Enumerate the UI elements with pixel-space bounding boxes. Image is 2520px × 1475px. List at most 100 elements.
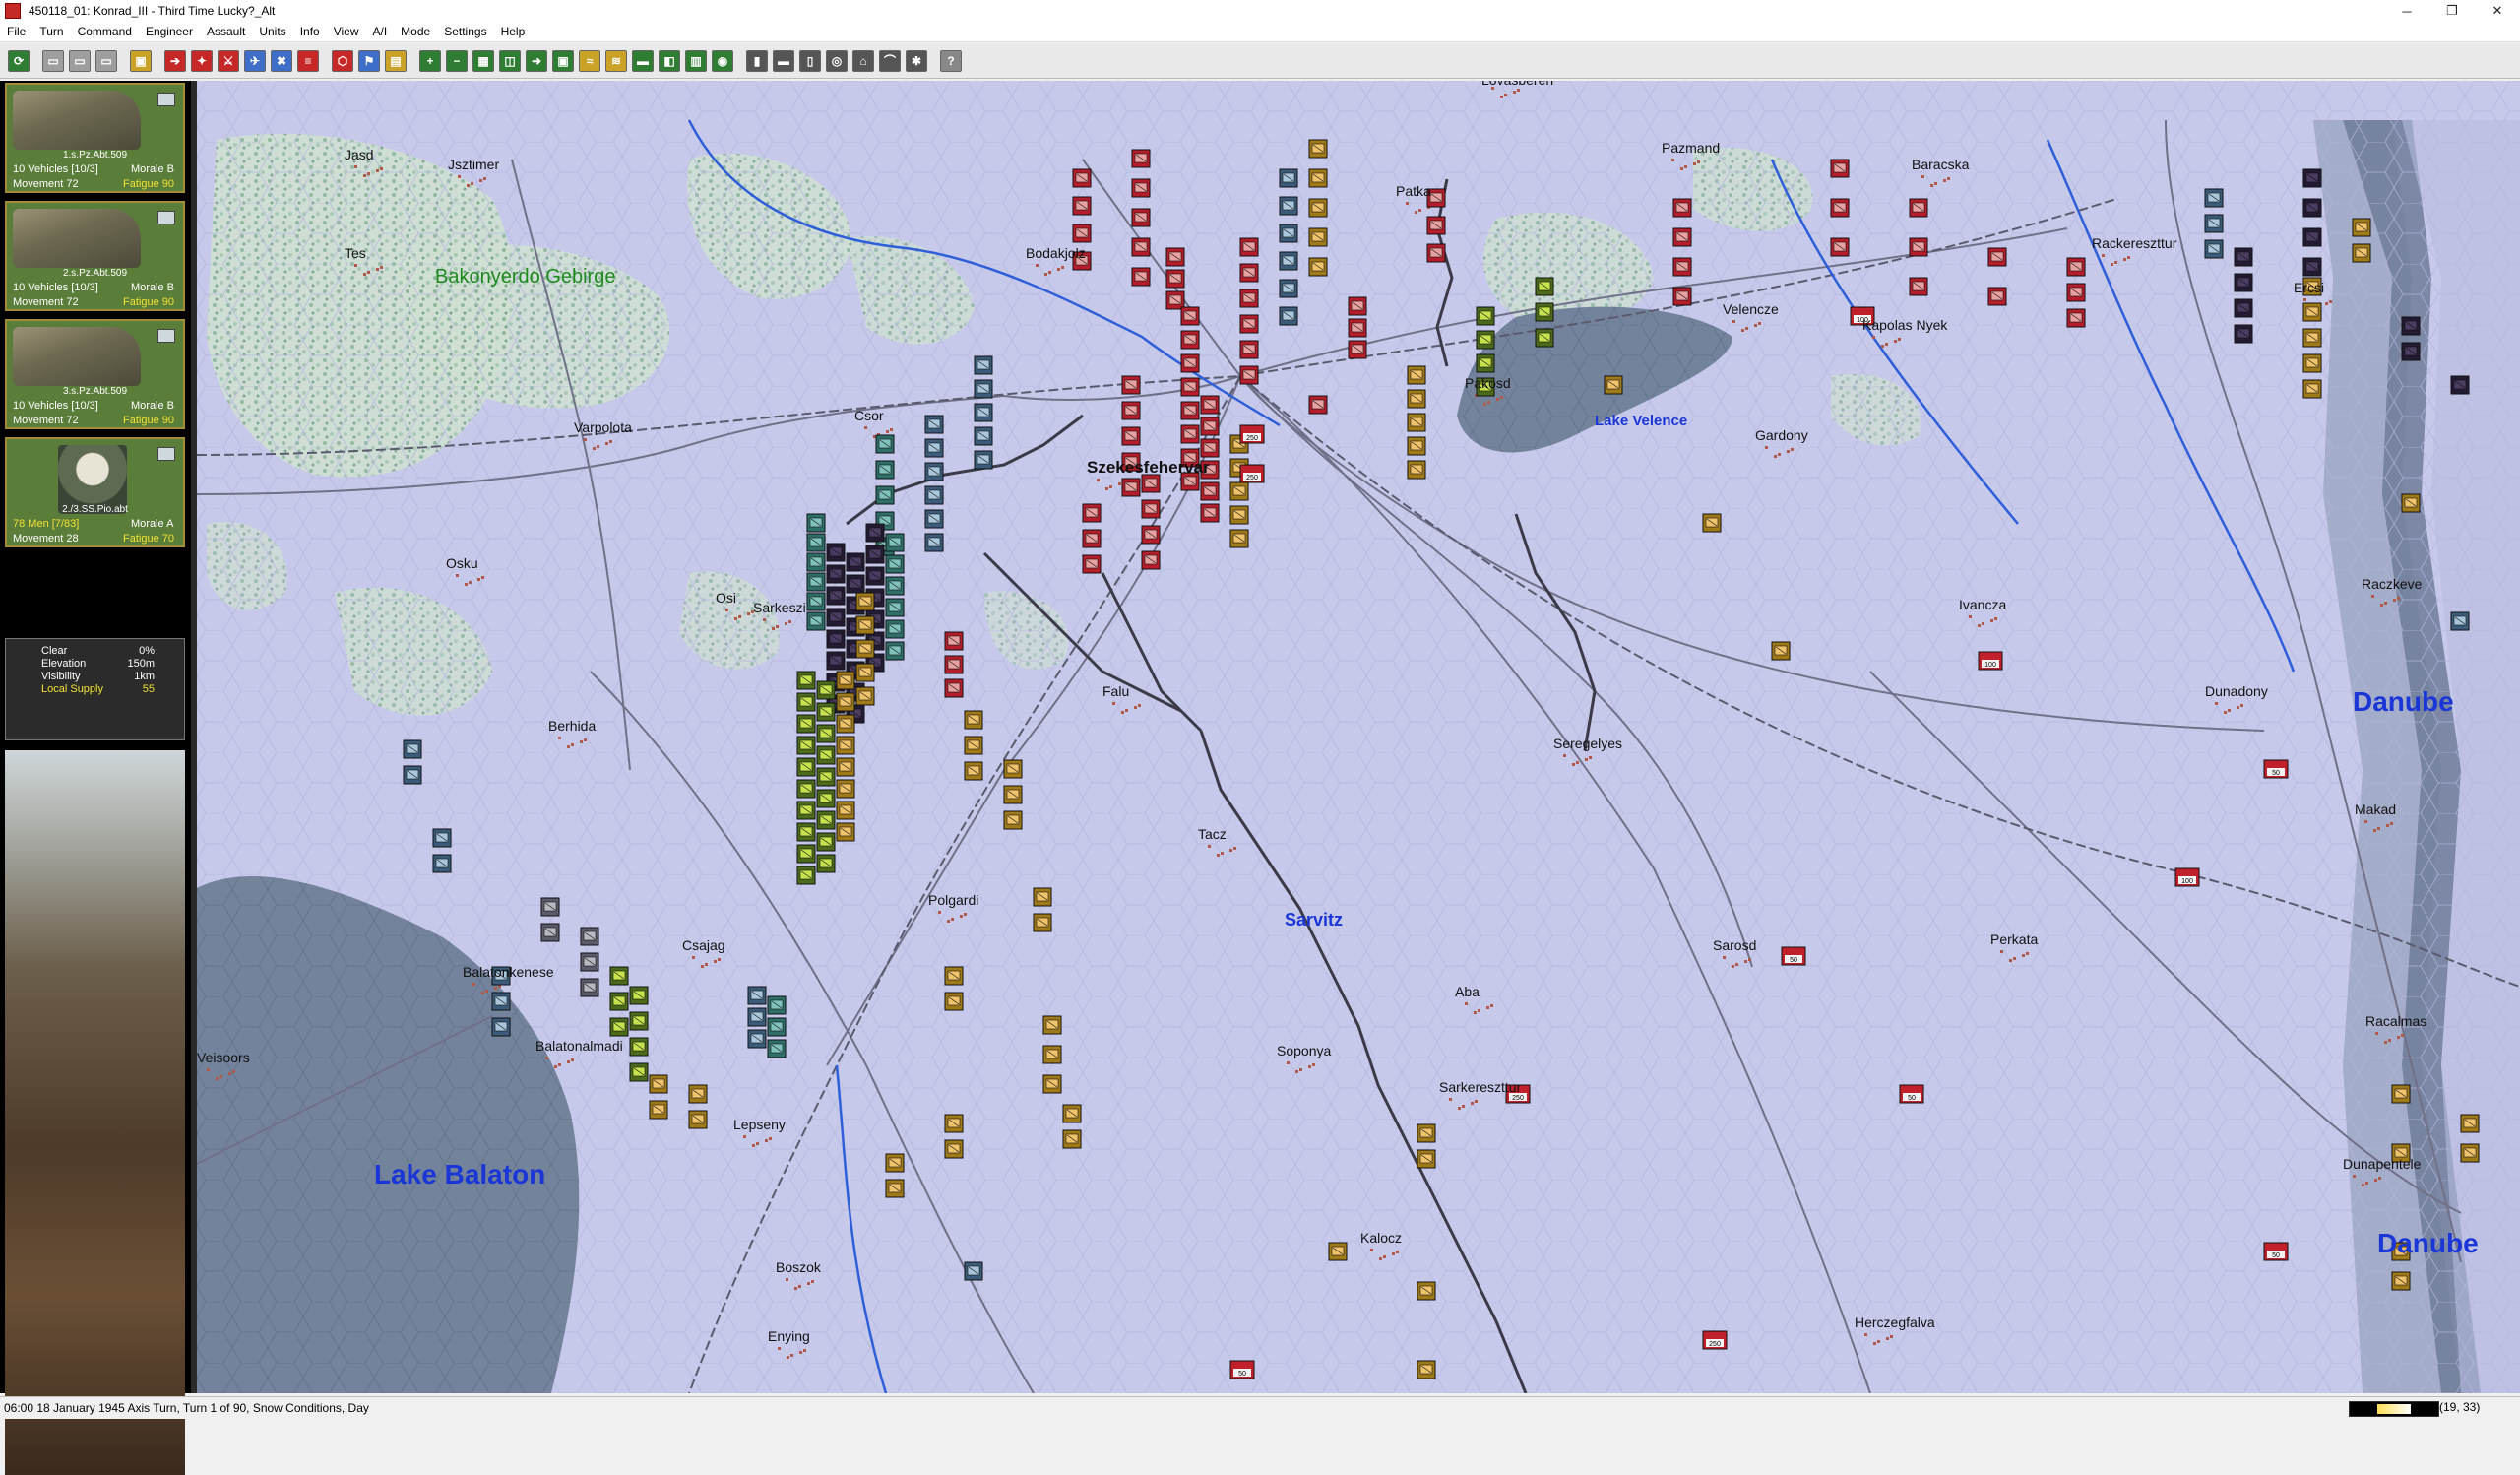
unit-counter[interactable] xyxy=(1672,227,1692,247)
unit-counter[interactable] xyxy=(1407,413,1426,432)
unit-card[interactable]: 2./3.SS.Pio.abt 78 Men [7/83] Morale A Move… xyxy=(5,437,185,547)
unit-counter[interactable] xyxy=(855,686,875,706)
unit-counter[interactable] xyxy=(1279,224,1298,243)
unit-counter[interactable] xyxy=(1417,1360,1436,1379)
unit-counter[interactable] xyxy=(2401,493,2421,513)
unit-counter[interactable] xyxy=(924,509,944,529)
unit-counter[interactable] xyxy=(1239,314,1259,334)
unit-counter[interactable] xyxy=(1417,1123,1436,1143)
menu-view[interactable]: View xyxy=(327,25,366,38)
air-button[interactable]: ✈ xyxy=(244,49,266,72)
unit-counter[interactable] xyxy=(1003,810,1023,830)
unit-counter[interactable] xyxy=(816,767,836,787)
unit-counter[interactable] xyxy=(1082,554,1102,574)
unit-counter[interactable] xyxy=(2391,1084,2411,1104)
unit-counter[interactable] xyxy=(846,574,865,594)
unit-counter[interactable] xyxy=(2204,188,2224,208)
unit-counter[interactable] xyxy=(580,978,599,997)
unit-counter[interactable] xyxy=(826,543,846,562)
unit-counter[interactable] xyxy=(885,619,905,639)
unit-counter[interactable] xyxy=(1121,478,1141,497)
minimize-button[interactable]: ─ xyxy=(2384,0,2429,22)
unit-counter[interactable] xyxy=(796,757,816,777)
unit-counter[interactable] xyxy=(1180,353,1200,373)
refresh-button[interactable]: ⟳ xyxy=(8,49,30,72)
menu-settings[interactable]: Settings xyxy=(437,25,493,38)
unit-counter[interactable] xyxy=(1830,198,1850,218)
unit-counter[interactable] xyxy=(1200,417,1220,436)
unit-counter[interactable] xyxy=(1417,1281,1436,1301)
unit-counter[interactable] xyxy=(2302,328,2322,348)
unit-counter[interactable] xyxy=(1229,481,1249,501)
unit-counter[interactable] xyxy=(609,992,629,1011)
unit-counter[interactable] xyxy=(1909,198,1928,218)
unit-counter[interactable] xyxy=(796,736,816,755)
unit-counter[interactable] xyxy=(1987,247,2007,267)
lock-button[interactable]: ▮ xyxy=(746,49,768,72)
unit-counter[interactable] xyxy=(2204,239,2224,259)
unit-counter[interactable] xyxy=(816,832,836,852)
unit-counter[interactable] xyxy=(403,765,422,785)
unit-counter[interactable] xyxy=(1131,267,1151,287)
unit-counter[interactable] xyxy=(806,592,826,611)
hex-map[interactable]: 250 250 100 100 100 50 50 250 250 50 50 50 Lake Bal… xyxy=(197,81,2520,1393)
unit-counter[interactable] xyxy=(1348,318,1367,338)
toggle-button[interactable]: ◧ xyxy=(659,49,680,72)
unit-counter[interactable] xyxy=(1141,474,1161,493)
unit-counter[interactable] xyxy=(1407,389,1426,409)
unit-counter[interactable] xyxy=(944,1139,964,1159)
unit-counter[interactable] xyxy=(2066,283,2086,302)
unit-counter[interactable] xyxy=(865,566,885,586)
unit-counter[interactable] xyxy=(2302,379,2322,399)
unit-counter[interactable] xyxy=(1131,149,1151,168)
unit-counter[interactable] xyxy=(2066,257,2086,277)
unit-counter[interactable] xyxy=(491,1017,511,1037)
unit-counter[interactable] xyxy=(1180,424,1200,444)
unit-counter[interactable] xyxy=(1348,296,1367,316)
unit-counter[interactable] xyxy=(747,986,767,1005)
unit-counter[interactable] xyxy=(2302,257,2322,277)
unit-counter[interactable] xyxy=(1166,290,1185,310)
unit-card[interactable]: 2.s.Pz.Abt.509 10 Vehicles [10/3] Morale B… xyxy=(5,201,185,311)
unit-counter[interactable] xyxy=(1229,529,1249,548)
hex-button[interactable]: ⬡ xyxy=(332,49,353,72)
unit-counter[interactable] xyxy=(1426,216,1446,235)
unit-counter[interactable] xyxy=(1279,251,1298,271)
unit-counter[interactable] xyxy=(1082,529,1102,548)
menu-mode[interactable]: Mode xyxy=(394,25,437,38)
unit-info-button[interactable]: ▣ xyxy=(130,49,152,72)
unit-counter[interactable] xyxy=(1604,375,1623,395)
unit-counter[interactable] xyxy=(2460,1143,2480,1163)
unit-counter[interactable] xyxy=(747,1029,767,1049)
unit-counter[interactable] xyxy=(1909,277,1928,296)
unit-counter[interactable] xyxy=(924,438,944,458)
unit-counter[interactable] xyxy=(540,897,560,917)
unit-counter[interactable] xyxy=(885,598,905,617)
unit-counter[interactable] xyxy=(1131,178,1151,198)
unit-counter[interactable] xyxy=(796,801,816,820)
stack-button[interactable]: ≡ xyxy=(297,49,319,72)
menu-units[interactable]: Units xyxy=(252,25,292,38)
unit-counter[interactable] xyxy=(2352,218,2371,237)
unit-counter[interactable] xyxy=(855,615,875,635)
unit-counter[interactable] xyxy=(580,927,599,946)
unit-counter[interactable] xyxy=(1407,436,1426,456)
unit-counter[interactable] xyxy=(806,611,826,631)
unit-counter[interactable] xyxy=(1830,159,1850,178)
unit-counter[interactable] xyxy=(855,592,875,611)
unit-counter[interactable] xyxy=(974,450,993,470)
unit-counter[interactable] xyxy=(1239,340,1259,359)
unit-counter[interactable] xyxy=(2302,353,2322,373)
unit-counter[interactable] xyxy=(629,1037,649,1057)
unit-counter[interactable] xyxy=(1279,279,1298,298)
unit-counter[interactable] xyxy=(688,1110,708,1129)
unit-counter[interactable] xyxy=(796,822,816,842)
unit-counter[interactable] xyxy=(2234,273,2253,292)
unit-counter[interactable] xyxy=(1033,913,1052,932)
unit-counter[interactable] xyxy=(1308,198,1328,218)
unit-counter[interactable] xyxy=(1180,401,1200,420)
menu-info[interactable]: Info xyxy=(293,25,327,38)
unit-counter[interactable] xyxy=(1417,1149,1436,1169)
counter-button[interactable]: ▣ xyxy=(552,49,574,72)
unit-counter[interactable] xyxy=(836,757,855,777)
